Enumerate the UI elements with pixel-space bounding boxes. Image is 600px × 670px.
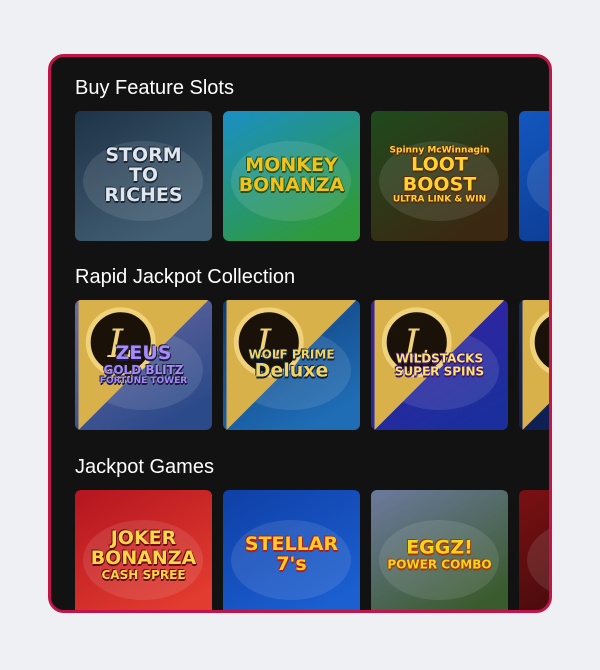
section-title-buy-feature-slots: Buy Feature Slots: [75, 77, 234, 99]
game-row-buy-feature-slots[interactable]: STORM TO RICHES MONKEY BONANZA Spinny McWin…: [75, 111, 549, 241]
game-title-line: POWER COMBO: [387, 557, 492, 572]
games-panel: Buy Feature Slots STORM TO RICHES MONKEY BO…: [48, 54, 552, 613]
game-tile-partial[interactable]: L: [519, 300, 552, 430]
game-title-line: BONANZA: [90, 546, 197, 569]
section-title-rapid-jackpot-collection: Rapid Jackpot Collection: [75, 266, 296, 288]
game-title-line: ULTRA LINK & WIN: [392, 194, 487, 205]
svg-text:L: L: [551, 322, 552, 367]
game-title-line: SUPER SPINS: [394, 364, 485, 378]
game-title-line: RICHES: [104, 183, 183, 206]
game-title: STELLAR 7's: [223, 533, 360, 575]
game-tile-stellar-7s[interactable]: STELLAR 7's: [223, 490, 360, 610]
game-title-line: TO: [128, 164, 159, 187]
game-title-line: LOOT: [411, 154, 468, 177]
game-title-line: ZEUS: [115, 342, 172, 365]
game-title: EGGZ! POWER COMBO: [371, 536, 508, 572]
game-tile-zeus-fortune-tower[interactable]: L ZEUS GOLD BLITZ FORTUNE TOWER: [75, 300, 212, 430]
game-title-line: WILDSTACKS: [395, 351, 484, 366]
game-tile-storm-to-riches[interactable]: STORM TO RICHES: [75, 111, 212, 241]
game-tile-monkey-bonanza[interactable]: MONKEY BONANZA: [223, 111, 360, 241]
game-title: WOLF PRIME Deluxe: [223, 349, 360, 382]
game-title-line: BOOST: [402, 174, 477, 196]
game-tile-wolf-prime-deluxe[interactable]: L WOLF PRIME Deluxe: [223, 300, 360, 430]
game-title-line: Deluxe: [254, 359, 329, 382]
game-title-line: STORM: [105, 144, 182, 167]
game-title-line: JOKER: [110, 526, 177, 549]
game-title: JOKER BONANZA CASH SPREE: [75, 526, 212, 582]
game-title-line: FORTUNE TOWER: [99, 375, 188, 386]
game-title-line: GOLD BLITZ: [103, 362, 184, 377]
section-title-jackpot-games: Jackpot Games: [75, 456, 214, 478]
game-title-line: M: [519, 166, 549, 186]
game-artwork: [519, 490, 549, 610]
game-title-line: 7's: [276, 553, 307, 575]
game-tile-wildstacks[interactable]: L WILDSTACKS SUPER SPINS: [371, 300, 508, 430]
game-tile-partial[interactable]: [519, 490, 549, 610]
game-row-rapid-jackpot[interactable]: L ZEUS GOLD BLITZ FORTUNE TOWER L WOLF PRIME…: [75, 300, 552, 430]
game-tile-joker-bonanza[interactable]: JOKER BONANZA CASH SPREE: [75, 490, 212, 610]
game-title: WILDSTACKS SUPER SPINS: [371, 352, 508, 377]
game-title-line: MONKEY: [245, 154, 338, 177]
game-title: STORM TO RICHES: [75, 144, 212, 206]
jackpot-badge-icon: L: [522, 300, 552, 430]
game-title-line: EGGZ!: [406, 536, 473, 559]
game-title-line: CASH SPREE: [101, 567, 186, 582]
game-tile-eggz[interactable]: EGGZ! POWER COMBO: [371, 490, 508, 610]
game-title-line: BONANZA: [238, 174, 345, 196]
game-row-jackpot-games[interactable]: JOKER BONANZA CASH SPREE STELLAR 7's EGGZ! P…: [75, 490, 549, 610]
game-tile-partial[interactable]: M: [519, 111, 549, 241]
game-tile-loot-boost[interactable]: Spinny McWinnagin LOOT BOOST ULTRA LINK & W…: [371, 111, 508, 241]
game-title: M: [519, 166, 549, 186]
game-title-line: STELLAR: [244, 533, 339, 556]
game-title: MONKEY BONANZA: [223, 154, 360, 196]
game-title: Spinny McWinnagin LOOT BOOST ULTRA LINK & W…: [371, 146, 508, 206]
game-title: ZEUS GOLD BLITZ FORTUNE TOWER: [75, 342, 212, 386]
